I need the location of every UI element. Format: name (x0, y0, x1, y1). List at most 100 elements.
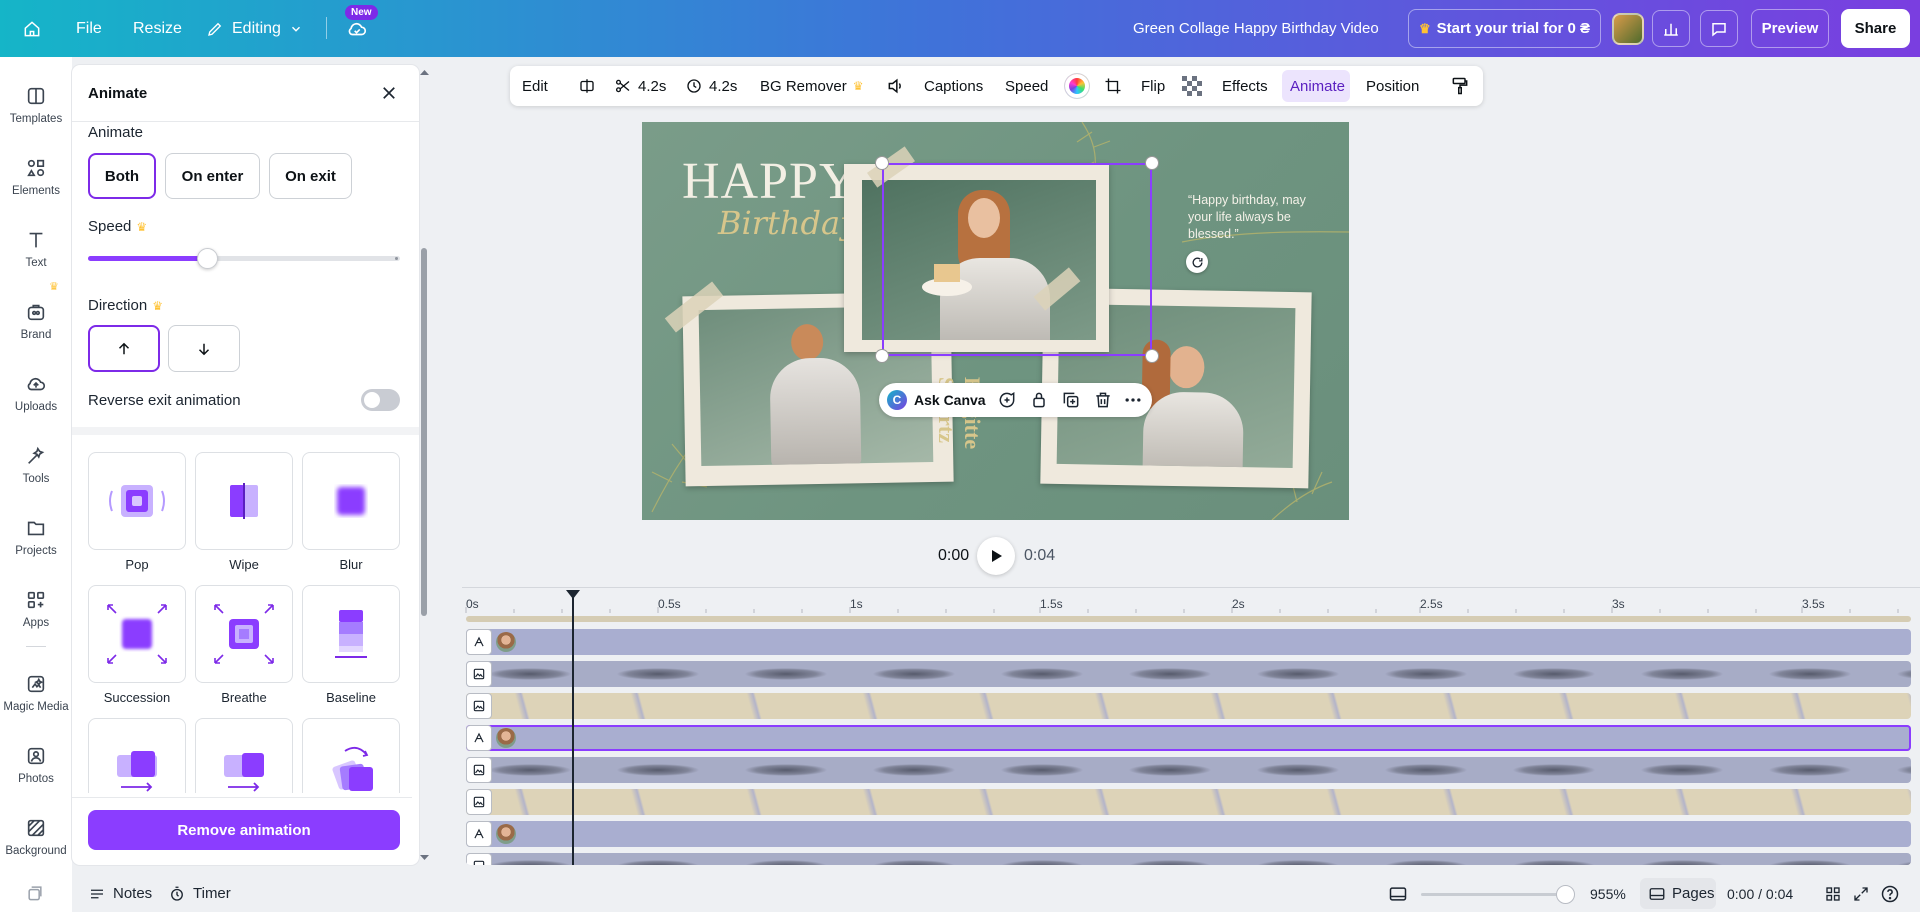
rail-item-photos[interactable]: Photos (0, 741, 72, 805)
timeline-track[interactable] (466, 629, 1911, 655)
notes-button[interactable]: Notes (88, 875, 152, 912)
split-button[interactable] (578, 66, 596, 106)
animation-tile-pan[interactable] (195, 718, 293, 793)
rail-item-text[interactable]: Text (0, 225, 72, 289)
direction-down-button[interactable] (168, 325, 240, 372)
timeline-track[interactable] (466, 693, 1911, 719)
close-panel-button[interactable] (380, 84, 398, 102)
animation-tile-wipe[interactable] (195, 452, 293, 550)
rail-item-templates[interactable]: Templates (0, 81, 72, 145)
duplicate-icon (1063, 392, 1079, 408)
zoom-level[interactable]: 955% (1590, 875, 1626, 912)
play-button[interactable] (977, 537, 1015, 575)
comments-button[interactable] (1700, 10, 1738, 47)
transparency-button[interactable] (1182, 66, 1202, 106)
flip-button[interactable]: Flip (1141, 66, 1165, 106)
resize-handle[interactable] (876, 350, 888, 362)
animation-label-pop: Pop (125, 557, 149, 572)
animation-tile-breathe[interactable] (195, 585, 293, 683)
home-button[interactable] (22, 0, 42, 57)
rail-item-uploads[interactable]: Uploads (0, 369, 72, 433)
design-canvas[interactable]: HAPPY Birthday Brigitte Swartz “Happy bi… (642, 122, 1349, 520)
animation-tile-baseline[interactable] (302, 585, 400, 683)
help-button[interactable] (1880, 875, 1900, 912)
animation-tile-pop[interactable] (88, 452, 186, 550)
rotate-handle[interactable] (1186, 251, 1208, 273)
clock-icon (687, 79, 701, 93)
zoom-slider-thumb[interactable] (1556, 885, 1575, 904)
bg-remover-button[interactable]: BG Remover ♛ (760, 66, 863, 106)
editing-mode-dropdown[interactable]: Editing (206, 0, 303, 57)
resize-handle[interactable] (1146, 350, 1158, 362)
comment-add-button[interactable] (997, 390, 1017, 410)
resize-handle[interactable] (1146, 157, 1158, 169)
avatar[interactable] (1612, 13, 1644, 45)
ask-canva-button[interactable]: Ask Canva (914, 383, 986, 417)
zoom-slider[interactable] (1421, 893, 1571, 896)
pages-button[interactable]: Pages (1648, 875, 1715, 912)
color-button[interactable] (1065, 66, 1089, 106)
rail-item-elements[interactable]: Elements (0, 153, 72, 217)
panel-scrollbar-thumb[interactable] (421, 248, 427, 616)
speed-slider[interactable] (88, 248, 400, 269)
animate-button[interactable]: Animate (1290, 66, 1345, 106)
mode-both-button[interactable]: Both (88, 153, 156, 199)
volume-button[interactable] (886, 66, 906, 106)
preview-button[interactable]: Preview (1751, 9, 1829, 48)
video-waveform (466, 661, 1911, 687)
mode-on-enter-button[interactable]: On enter (165, 153, 260, 199)
insights-button[interactable] (1652, 10, 1690, 47)
share-button[interactable]: Share (1841, 9, 1910, 48)
rail-item-magic-media[interactable]: Magic Media (0, 669, 72, 733)
resize-menu[interactable]: Resize (133, 0, 182, 57)
rail-item-more[interactable] (25, 883, 45, 903)
captions-button[interactable]: Captions (924, 66, 983, 106)
timeline-track[interactable] (466, 821, 1911, 847)
delete-button[interactable] (1093, 390, 1113, 410)
timeline-track[interactable] (466, 757, 1911, 783)
speed-slider-thumb[interactable] (196, 248, 218, 269)
animation-tile-tumble[interactable] (302, 718, 400, 793)
animation-tile-blur[interactable] (302, 452, 400, 550)
playhead[interactable] (572, 592, 574, 865)
timeline-track[interactable] (466, 725, 1911, 751)
copy-style-button[interactable] (1450, 66, 1470, 106)
document-title[interactable]: Green Collage Happy Birthday Video (1133, 0, 1379, 57)
fullscreen-button[interactable] (1852, 875, 1870, 912)
rail-item-background[interactable]: Background (0, 813, 72, 877)
rail-item-brand[interactable]: Brand (0, 297, 72, 361)
file-menu[interactable]: File (76, 0, 102, 57)
playhead-marker[interactable] (566, 590, 580, 599)
rail-item-apps[interactable]: Apps (0, 585, 72, 649)
direction-up-button[interactable] (88, 325, 160, 372)
timer-button[interactable]: Timer (168, 875, 231, 912)
rail-item-projects[interactable]: Projects (0, 513, 72, 577)
trim-button[interactable]: 4.2s (614, 66, 666, 106)
clip-thumbnail (496, 824, 516, 844)
lock-button[interactable] (1029, 390, 1049, 410)
position-button[interactable]: Position (1366, 66, 1419, 106)
reverse-exit-toggle[interactable] (361, 389, 400, 411)
edit-button[interactable]: Edit (522, 66, 548, 106)
start-trial-button[interactable]: ♛ Start your trial for 0 ₴ (1408, 9, 1601, 48)
duplicate-button[interactable] (1061, 390, 1081, 410)
templates-icon (27, 87, 45, 105)
rail-item-tools[interactable]: Tools (0, 441, 72, 505)
animation-tile-succession[interactable] (88, 585, 186, 683)
panel-scrollbar[interactable] (419, 65, 429, 865)
resize-handle[interactable] (876, 157, 888, 169)
remove-animation-button[interactable]: Remove animation (88, 810, 400, 850)
duration-button[interactable]: 4.2s (685, 66, 737, 106)
page-view-toggle[interactable] (1388, 875, 1408, 912)
crop-button[interactable] (1104, 66, 1122, 106)
more-options-button[interactable] (1123, 390, 1143, 410)
speed-button[interactable]: Speed (1005, 66, 1048, 106)
timeline-track[interactable] (466, 853, 1911, 865)
timeline-track[interactable] (466, 661, 1911, 687)
baseline-icon (335, 610, 367, 658)
animation-tile-rise[interactable] (88, 718, 186, 793)
mode-on-exit-button[interactable]: On exit (269, 153, 352, 199)
timeline-track[interactable] (466, 789, 1911, 815)
grid-view-button[interactable] (1824, 875, 1842, 912)
effects-button[interactable]: Effects (1222, 66, 1268, 106)
